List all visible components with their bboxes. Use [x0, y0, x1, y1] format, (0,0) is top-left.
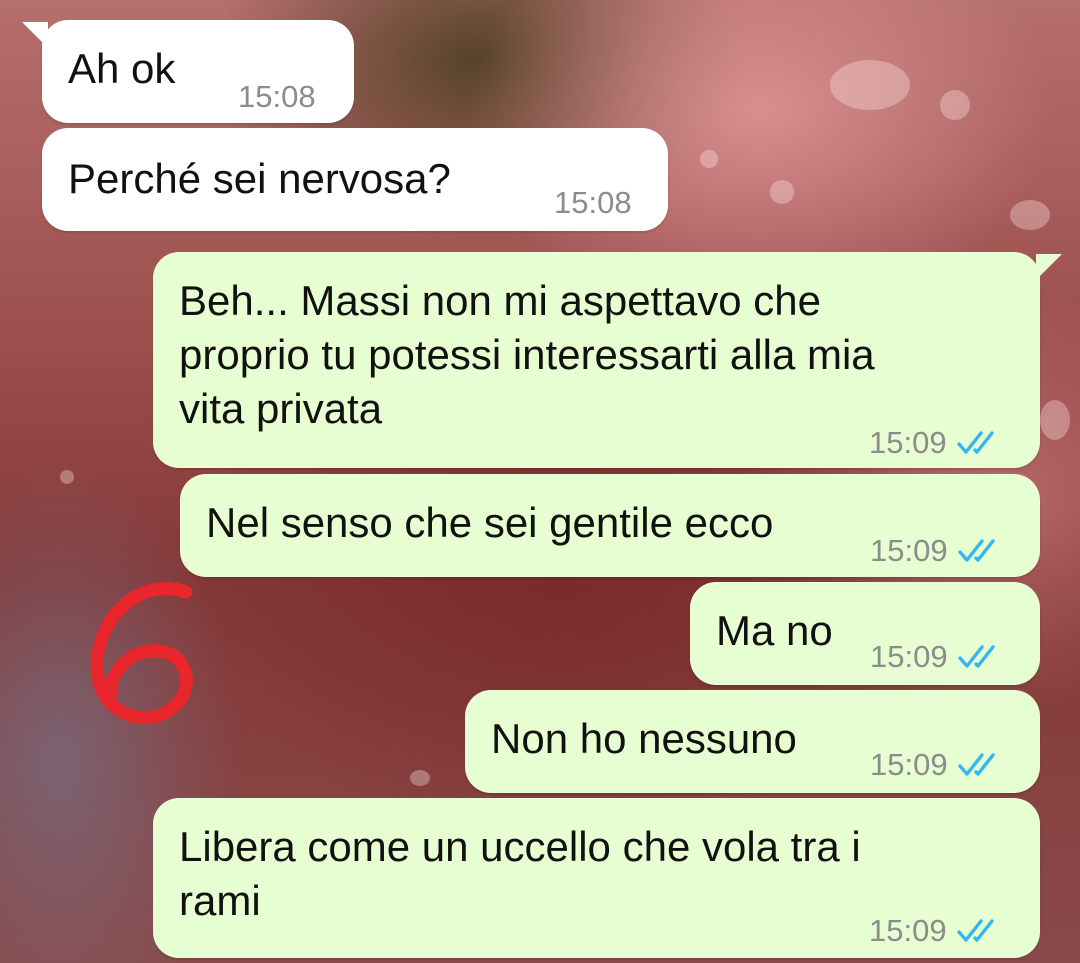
message-timestamp: 15:09: [870, 533, 948, 568]
message-bubble-outgoing[interactable]: Ma no 15:09: [690, 582, 1040, 685]
double-check-icon: [957, 753, 995, 776]
message-bubble-incoming[interactable]: Ah ok 15:08: [42, 20, 354, 123]
message-bubble-outgoing[interactable]: Beh... Massi non mi aspettavo che propri…: [153, 252, 1040, 468]
message-bubble-outgoing[interactable]: Nel senso che sei gentile ecco 15:09: [180, 474, 1040, 577]
message-timestamp: 15:08: [554, 185, 632, 220]
message-text: Non ho nessuno: [491, 715, 797, 762]
message-bubble-outgoing[interactable]: Non ho nessuno 15:09: [465, 690, 1040, 793]
message-meta: 15:09: [869, 416, 1001, 470]
message-text: Ma no: [716, 607, 833, 654]
double-check-icon: [957, 539, 995, 562]
handwritten-number-annotation: [90, 582, 193, 725]
double-check-icon: [956, 919, 994, 942]
message-meta: 15:09: [870, 738, 1002, 792]
message-text: Libera come un uccello che vola tra i ra…: [179, 823, 861, 924]
message-timestamp: 15:08: [238, 79, 316, 114]
message-meta: 15:09: [870, 630, 1002, 684]
message-meta: 15:09: [870, 524, 1002, 578]
message-timestamp: 15:09: [870, 747, 948, 782]
message-timestamp: 15:09: [870, 639, 948, 674]
double-check-icon: [956, 431, 994, 454]
message-text: Ah ok: [68, 45, 176, 92]
double-check-icon: [957, 645, 995, 668]
message-bubble-incoming[interactable]: Perché sei nervosa? 15:08: [42, 128, 668, 231]
message-text: Beh... Massi non mi aspettavo che propri…: [179, 277, 875, 432]
message-text: Perché sei nervosa?: [68, 155, 451, 202]
message-bubble-outgoing[interactable]: Libera come un uccello che vola tra i ra…: [153, 798, 1040, 958]
message-meta: 15:09: [869, 904, 1001, 958]
message-timestamp: 15:09: [869, 425, 947, 460]
message-text: Nel senso che sei gentile ecco: [206, 499, 774, 546]
message-timestamp: 15:09: [869, 913, 947, 948]
